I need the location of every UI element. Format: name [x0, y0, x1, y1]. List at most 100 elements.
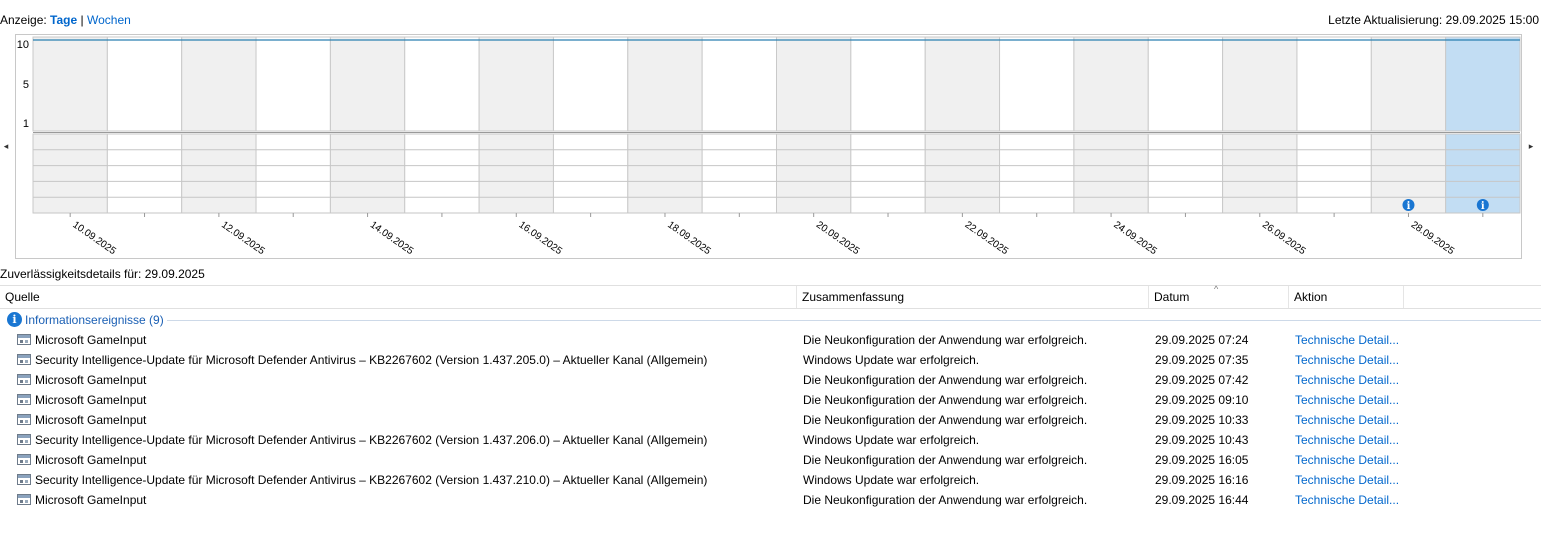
day-column[interactable]	[776, 36, 852, 132]
day-column[interactable]	[627, 36, 703, 132]
day-column[interactable]	[701, 36, 778, 132]
row-source: Microsoft GameInput	[35, 373, 147, 387]
day-column[interactable]	[1296, 36, 1372, 132]
row-date: 29.09.2025 07:35	[1155, 353, 1249, 367]
row-date: 29.09.2025 07:24	[1155, 333, 1249, 347]
day-column-events[interactable]	[776, 133, 852, 214]
table-row[interactable]: Microsoft GameInput Die Neukonfiguration…	[0, 330, 1541, 350]
day-column[interactable]	[1445, 36, 1521, 132]
day-column-events[interactable]	[701, 133, 778, 214]
info-icon: i	[7, 312, 22, 327]
table-row[interactable]: Security Intelligence-Update für Microso…	[0, 470, 1541, 490]
technical-details-link[interactable]: Technische Detail...	[1295, 390, 1399, 410]
day-column-events[interactable]	[924, 133, 1001, 214]
day-column-events[interactable]	[627, 133, 703, 214]
row-source: Security Intelligence-Update für Microso…	[35, 473, 708, 487]
row-summary: Windows Update war erfolgreich.	[803, 473, 980, 487]
row-summary: Die Neukonfiguration der Anwendung war e…	[803, 333, 1088, 347]
technical-details-link[interactable]: Technische Detail...	[1295, 330, 1399, 350]
y-tick-label: 1	[23, 118, 29, 130]
group-header-information[interactable]: i Informationsereignisse (9)	[0, 311, 1541, 329]
row-summary: Die Neukonfiguration der Anwendung war e…	[803, 373, 1088, 387]
day-column-events[interactable]	[850, 133, 926, 214]
row-date: 29.09.2025 10:33	[1155, 413, 1249, 427]
day-column-events[interactable]	[404, 133, 480, 214]
x-tick-label: 14.09.2025	[368, 219, 416, 257]
day-column-events[interactable]	[1073, 133, 1149, 214]
row-summary: Windows Update war erfolgreich.	[803, 433, 980, 447]
y-tick-label: 10	[17, 39, 29, 51]
table-row[interactable]: Security Intelligence-Update für Microso…	[0, 350, 1541, 370]
application-icon	[17, 474, 31, 485]
day-column[interactable]	[329, 36, 406, 132]
table-row[interactable]: Microsoft GameInput Die Neukonfiguration…	[0, 370, 1541, 390]
x-axis: 10.09.2025 12.09.2025 14.09.2025 16.09.2025…	[69, 213, 1484, 257]
day-column[interactable]	[404, 36, 480, 132]
x-tick-label: 22.09.2025	[963, 219, 1011, 257]
reliability-chart[interactable]: 10 5 1 10.09.2025 12.09.2025 14.09.2025 16.09…	[0, 0, 1541, 262]
table-row[interactable]: Microsoft GameInput Die Neukonfiguration…	[0, 490, 1541, 510]
application-icon	[17, 394, 31, 405]
day-column[interactable]	[850, 36, 926, 132]
day-column[interactable]	[999, 36, 1075, 132]
row-date: 29.09.2025 10:43	[1155, 433, 1249, 447]
row-source: Microsoft GameInput	[35, 453, 147, 467]
day-column[interactable]	[1370, 36, 1447, 132]
x-tick-label: 16.09.2025	[517, 219, 565, 257]
column-header-source[interactable]: Quelle	[0, 286, 797, 308]
column-header-action[interactable]: Aktion	[1289, 286, 1404, 308]
day-column-events[interactable]	[999, 133, 1075, 214]
row-source: Microsoft GameInput	[35, 413, 147, 427]
y-axis: 10 5 1	[17, 39, 29, 130]
technical-details-link[interactable]: Technische Detail...	[1295, 450, 1399, 470]
table-row[interactable]: Security Intelligence-Update für Microso…	[0, 430, 1541, 450]
day-column-events[interactable]	[329, 133, 406, 214]
day-column[interactable]	[478, 36, 554, 132]
day-column[interactable]	[924, 36, 1001, 132]
x-tick-label: 24.09.2025	[1111, 219, 1159, 257]
day-column[interactable]	[255, 36, 331, 132]
day-column[interactable]	[1073, 36, 1149, 132]
technical-details-link[interactable]: Technische Detail...	[1295, 370, 1399, 390]
group-label: Informationsereignisse (9)	[25, 313, 164, 327]
day-column[interactable]	[181, 36, 257, 132]
day-column[interactable]	[106, 36, 183, 132]
row-date: 29.09.2025 07:42	[1155, 373, 1249, 387]
table-row[interactable]: Microsoft GameInput Die Neukonfiguration…	[0, 450, 1541, 470]
x-tick-label: 20.09.2025	[814, 219, 862, 257]
day-column-events[interactable]	[552, 133, 629, 214]
day-column[interactable]	[32, 36, 108, 132]
day-column-events[interactable]	[1222, 133, 1298, 214]
row-source: Security Intelligence-Update für Microso…	[35, 433, 708, 447]
technical-details-link[interactable]: Technische Detail...	[1295, 350, 1399, 370]
day-column-events[interactable]	[32, 133, 108, 214]
technical-details-link[interactable]: Technische Detail...	[1295, 410, 1399, 430]
day-column[interactable]	[1222, 36, 1298, 132]
x-tick-label: 26.09.2025	[1260, 219, 1308, 257]
day-column[interactable]	[552, 36, 629, 132]
row-summary: Die Neukonfiguration der Anwendung war e…	[803, 393, 1088, 407]
day-column-events[interactable]	[478, 133, 554, 214]
technical-details-link[interactable]: Technische Detail...	[1295, 470, 1399, 490]
application-icon	[17, 494, 31, 505]
application-icon	[17, 434, 31, 445]
application-icon	[17, 354, 31, 365]
technical-details-link[interactable]: Technische Detail...	[1295, 430, 1399, 450]
row-date: 29.09.2025 16:44	[1155, 493, 1249, 507]
day-column[interactable]	[1147, 36, 1224, 132]
day-column-events[interactable]	[1296, 133, 1372, 214]
day-column-events[interactable]	[255, 133, 331, 214]
row-source: Microsoft GameInput	[35, 333, 147, 347]
day-column-events[interactable]	[181, 133, 257, 214]
row-date: 29.09.2025 16:05	[1155, 453, 1249, 467]
info-icon-glyph: i	[1481, 201, 1485, 212]
day-column-events[interactable]	[106, 133, 183, 214]
column-header-date[interactable]: Datum	[1149, 286, 1289, 308]
table-row[interactable]: Microsoft GameInput Die Neukonfiguration…	[0, 390, 1541, 410]
technical-details-link[interactable]: Technische Detail...	[1295, 490, 1399, 510]
column-header-summary[interactable]: Zusammenfassung	[797, 286, 1149, 308]
table-row[interactable]: Microsoft GameInput Die Neukonfiguration…	[0, 410, 1541, 430]
application-icon	[17, 414, 31, 425]
day-column-events[interactable]	[1147, 133, 1224, 214]
x-tick-label: 12.09.2025	[219, 219, 267, 257]
